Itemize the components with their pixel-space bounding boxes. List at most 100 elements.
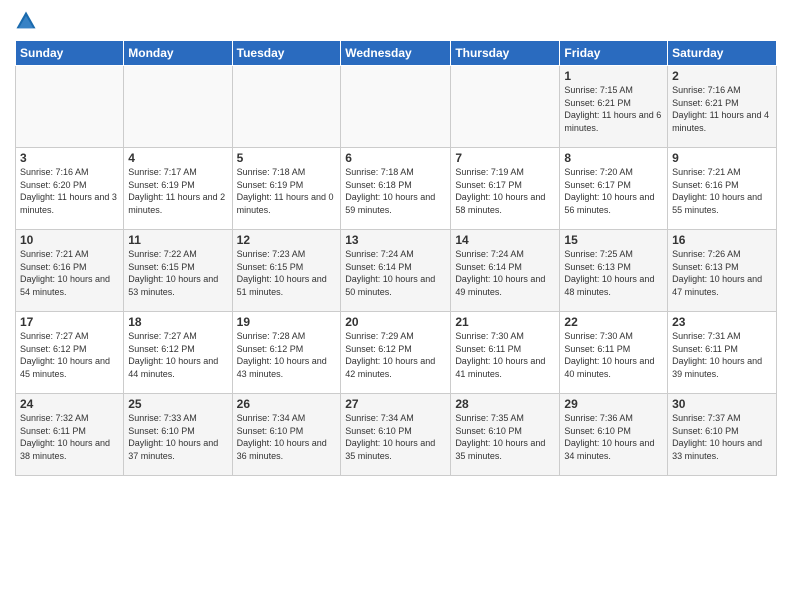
day-number: 22 (564, 315, 663, 329)
day-number: 27 (345, 397, 446, 411)
calendar-cell: 27Sunrise: 7:34 AM Sunset: 6:10 PM Dayli… (341, 394, 451, 476)
day-info: Sunrise: 7:31 AM Sunset: 6:11 PM Dayligh… (672, 330, 772, 380)
weekday-header-wednesday: Wednesday (341, 41, 451, 66)
calendar-cell (124, 66, 232, 148)
day-info: Sunrise: 7:24 AM Sunset: 6:14 PM Dayligh… (345, 248, 446, 298)
day-number: 13 (345, 233, 446, 247)
calendar-cell: 16Sunrise: 7:26 AM Sunset: 6:13 PM Dayli… (668, 230, 777, 312)
week-row-5: 24Sunrise: 7:32 AM Sunset: 6:11 PM Dayli… (16, 394, 777, 476)
day-number: 6 (345, 151, 446, 165)
day-number: 10 (20, 233, 119, 247)
day-number: 9 (672, 151, 772, 165)
day-number: 7 (455, 151, 555, 165)
day-number: 1 (564, 69, 663, 83)
weekday-header-sunday: Sunday (16, 41, 124, 66)
week-row-3: 10Sunrise: 7:21 AM Sunset: 6:16 PM Dayli… (16, 230, 777, 312)
day-info: Sunrise: 7:23 AM Sunset: 6:15 PM Dayligh… (237, 248, 337, 298)
day-info: Sunrise: 7:29 AM Sunset: 6:12 PM Dayligh… (345, 330, 446, 380)
calendar-cell: 23Sunrise: 7:31 AM Sunset: 6:11 PM Dayli… (668, 312, 777, 394)
calendar-cell: 9Sunrise: 7:21 AM Sunset: 6:16 PM Daylig… (668, 148, 777, 230)
weekday-header-saturday: Saturday (668, 41, 777, 66)
day-info: Sunrise: 7:22 AM Sunset: 6:15 PM Dayligh… (128, 248, 227, 298)
day-info: Sunrise: 7:27 AM Sunset: 6:12 PM Dayligh… (20, 330, 119, 380)
calendar-cell: 26Sunrise: 7:34 AM Sunset: 6:10 PM Dayli… (232, 394, 341, 476)
day-number: 2 (672, 69, 772, 83)
day-info: Sunrise: 7:34 AM Sunset: 6:10 PM Dayligh… (237, 412, 337, 462)
week-row-4: 17Sunrise: 7:27 AM Sunset: 6:12 PM Dayli… (16, 312, 777, 394)
calendar-cell (451, 66, 560, 148)
day-number: 30 (672, 397, 772, 411)
day-info: Sunrise: 7:21 AM Sunset: 6:16 PM Dayligh… (672, 166, 772, 216)
day-info: Sunrise: 7:27 AM Sunset: 6:12 PM Dayligh… (128, 330, 227, 380)
day-info: Sunrise: 7:25 AM Sunset: 6:13 PM Dayligh… (564, 248, 663, 298)
day-info: Sunrise: 7:32 AM Sunset: 6:11 PM Dayligh… (20, 412, 119, 462)
day-info: Sunrise: 7:35 AM Sunset: 6:10 PM Dayligh… (455, 412, 555, 462)
day-info: Sunrise: 7:37 AM Sunset: 6:10 PM Dayligh… (672, 412, 772, 462)
calendar-cell: 4Sunrise: 7:17 AM Sunset: 6:19 PM Daylig… (124, 148, 232, 230)
weekday-header-monday: Monday (124, 41, 232, 66)
logo-icon (15, 10, 37, 32)
day-number: 19 (237, 315, 337, 329)
weekday-header-tuesday: Tuesday (232, 41, 341, 66)
weekday-header-friday: Friday (560, 41, 668, 66)
header (15, 10, 777, 32)
day-number: 20 (345, 315, 446, 329)
calendar-cell: 3Sunrise: 7:16 AM Sunset: 6:20 PM Daylig… (16, 148, 124, 230)
calendar-cell: 1Sunrise: 7:15 AM Sunset: 6:21 PM Daylig… (560, 66, 668, 148)
day-info: Sunrise: 7:18 AM Sunset: 6:18 PM Dayligh… (345, 166, 446, 216)
day-info: Sunrise: 7:19 AM Sunset: 6:17 PM Dayligh… (455, 166, 555, 216)
calendar-cell: 25Sunrise: 7:33 AM Sunset: 6:10 PM Dayli… (124, 394, 232, 476)
calendar-cell: 15Sunrise: 7:25 AM Sunset: 6:13 PM Dayli… (560, 230, 668, 312)
day-number: 24 (20, 397, 119, 411)
calendar-cell: 5Sunrise: 7:18 AM Sunset: 6:19 PM Daylig… (232, 148, 341, 230)
day-info: Sunrise: 7:20 AM Sunset: 6:17 PM Dayligh… (564, 166, 663, 216)
day-info: Sunrise: 7:18 AM Sunset: 6:19 PM Dayligh… (237, 166, 337, 216)
day-info: Sunrise: 7:21 AM Sunset: 6:16 PM Dayligh… (20, 248, 119, 298)
day-info: Sunrise: 7:17 AM Sunset: 6:19 PM Dayligh… (128, 166, 227, 216)
day-number: 23 (672, 315, 772, 329)
day-info: Sunrise: 7:28 AM Sunset: 6:12 PM Dayligh… (237, 330, 337, 380)
calendar-cell: 19Sunrise: 7:28 AM Sunset: 6:12 PM Dayli… (232, 312, 341, 394)
calendar-cell: 7Sunrise: 7:19 AM Sunset: 6:17 PM Daylig… (451, 148, 560, 230)
logo (15, 10, 39, 32)
day-info: Sunrise: 7:15 AM Sunset: 6:21 PM Dayligh… (564, 84, 663, 134)
day-number: 11 (128, 233, 227, 247)
day-number: 29 (564, 397, 663, 411)
day-info: Sunrise: 7:30 AM Sunset: 6:11 PM Dayligh… (455, 330, 555, 380)
page: SundayMondayTuesdayWednesdayThursdayFrid… (0, 0, 792, 486)
calendar-cell: 14Sunrise: 7:24 AM Sunset: 6:14 PM Dayli… (451, 230, 560, 312)
calendar-cell: 29Sunrise: 7:36 AM Sunset: 6:10 PM Dayli… (560, 394, 668, 476)
day-number: 18 (128, 315, 227, 329)
calendar-cell: 10Sunrise: 7:21 AM Sunset: 6:16 PM Dayli… (16, 230, 124, 312)
calendar-cell: 20Sunrise: 7:29 AM Sunset: 6:12 PM Dayli… (341, 312, 451, 394)
day-number: 16 (672, 233, 772, 247)
day-number: 4 (128, 151, 227, 165)
calendar-cell: 12Sunrise: 7:23 AM Sunset: 6:15 PM Dayli… (232, 230, 341, 312)
day-number: 15 (564, 233, 663, 247)
day-info: Sunrise: 7:16 AM Sunset: 6:20 PM Dayligh… (20, 166, 119, 216)
day-info: Sunrise: 7:34 AM Sunset: 6:10 PM Dayligh… (345, 412, 446, 462)
calendar-cell (16, 66, 124, 148)
calendar-cell: 13Sunrise: 7:24 AM Sunset: 6:14 PM Dayli… (341, 230, 451, 312)
day-number: 3 (20, 151, 119, 165)
day-number: 25 (128, 397, 227, 411)
weekday-header-row: SundayMondayTuesdayWednesdayThursdayFrid… (16, 41, 777, 66)
calendar-cell: 21Sunrise: 7:30 AM Sunset: 6:11 PM Dayli… (451, 312, 560, 394)
calendar-cell: 18Sunrise: 7:27 AM Sunset: 6:12 PM Dayli… (124, 312, 232, 394)
day-number: 17 (20, 315, 119, 329)
day-info: Sunrise: 7:30 AM Sunset: 6:11 PM Dayligh… (564, 330, 663, 380)
calendar-cell: 11Sunrise: 7:22 AM Sunset: 6:15 PM Dayli… (124, 230, 232, 312)
day-info: Sunrise: 7:24 AM Sunset: 6:14 PM Dayligh… (455, 248, 555, 298)
week-row-1: 1Sunrise: 7:15 AM Sunset: 6:21 PM Daylig… (16, 66, 777, 148)
calendar-cell: 30Sunrise: 7:37 AM Sunset: 6:10 PM Dayli… (668, 394, 777, 476)
calendar-cell: 2Sunrise: 7:16 AM Sunset: 6:21 PM Daylig… (668, 66, 777, 148)
calendar-cell: 6Sunrise: 7:18 AM Sunset: 6:18 PM Daylig… (341, 148, 451, 230)
day-number: 12 (237, 233, 337, 247)
day-number: 26 (237, 397, 337, 411)
day-info: Sunrise: 7:16 AM Sunset: 6:21 PM Dayligh… (672, 84, 772, 134)
day-info: Sunrise: 7:36 AM Sunset: 6:10 PM Dayligh… (564, 412, 663, 462)
calendar-cell (341, 66, 451, 148)
day-number: 14 (455, 233, 555, 247)
calendar-cell: 28Sunrise: 7:35 AM Sunset: 6:10 PM Dayli… (451, 394, 560, 476)
weekday-header-thursday: Thursday (451, 41, 560, 66)
